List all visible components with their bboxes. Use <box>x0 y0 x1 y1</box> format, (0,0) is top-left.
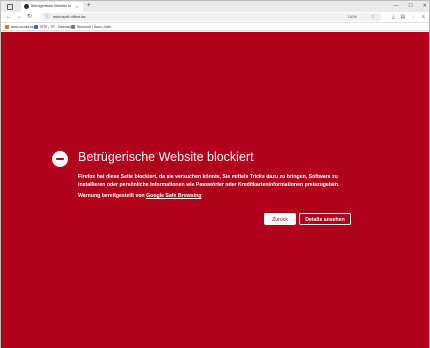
bookmark-item[interactable]: www.ecodia.net <box>5 23 35 31</box>
forward-arrow-icon[interactable]: → <box>16 13 22 22</box>
blocked-warning-icon <box>52 151 68 167</box>
reload-icon[interactable]: ↻ <box>27 13 32 22</box>
extensions-icon[interactable]: ⋮ <box>411 13 416 22</box>
navigation-bar: ← → ↻ ⓘ microsoft-office.de 110% ☆ ⤓ ▤ ⋮… <box>1 12 429 23</box>
back-arrow-icon[interactable]: ← <box>6 13 12 22</box>
toolbar-icons: ⤓ ▤ ⋮ ≡ <box>392 13 425 22</box>
bookmark-label: www.ecodia.net <box>11 25 35 29</box>
bookmark-favicon-icon <box>34 24 38 29</box>
warning-provider: Warnung bereitgestellt von Google Safe B… <box>78 192 201 200</box>
url-text[interactable]: microsoft-office.de <box>53 13 86 21</box>
library-icon[interactable]: ▤ <box>400 13 405 22</box>
tab-close-icon[interactable]: × <box>76 3 78 10</box>
menu-icon[interactable]: ≡ <box>422 13 425 22</box>
tab-overview-icon[interactable] <box>7 4 13 10</box>
bookmark-favicon-icon <box>5 24 9 29</box>
bookmark-favicon-icon <box>71 24 75 29</box>
bookmark-label: Welcome | Saxo | Web <box>77 25 112 29</box>
bookmark-star-icon[interactable]: ☆ <box>371 13 375 21</box>
google-safe-browsing-link[interactable]: Google Safe Browsing <box>146 193 201 199</box>
bookmark-label: ISTE | TR - Sammlung <box>40 25 74 29</box>
page-title: Betrügerische Website blockiert <box>78 150 254 164</box>
zoom-level[interactable]: 110% <box>347 13 357 21</box>
site-info-icon[interactable]: ⓘ <box>45 14 50 20</box>
close-window-icon[interactable]: ✕ <box>423 1 427 12</box>
go-back-button[interactable]: Zurück <box>264 213 296 225</box>
blocked-page-content <box>1 32 429 348</box>
bookmark-item[interactable]: ISTE | TR - Sammlung <box>34 23 74 31</box>
tab-active[interactable]: Betrügerische Website bl × <box>21 2 83 12</box>
minimize-icon[interactable]: — <box>393 1 398 12</box>
provider-prefix: Warnung bereitgestellt von <box>78 193 147 199</box>
see-details-button[interactable]: Details ansehen <box>299 213 351 225</box>
url-bar[interactable]: ⓘ microsoft-office.de 110% ☆ <box>41 13 381 21</box>
tab-title: Betrügerische Website bl <box>31 4 71 8</box>
tab-bar: Betrügerische Website bl × + — ☐ ✕ <box>1 1 429 12</box>
maximize-icon[interactable]: ☐ <box>408 1 412 12</box>
tab-favicon-icon <box>24 4 29 9</box>
bookmark-item[interactable]: Welcome | Saxo | Web <box>71 23 111 31</box>
window-controls: — ☐ ✕ <box>393 1 427 12</box>
bookmarks-bar: www.ecodia.net ISTE | TR - Sammlung Welc… <box>1 23 429 31</box>
page-description: Firefox hat diese Seite blockiert, da si… <box>78 174 340 188</box>
downloads-icon[interactable]: ⤓ <box>392 13 394 22</box>
new-tab-button[interactable]: + <box>87 2 91 10</box>
